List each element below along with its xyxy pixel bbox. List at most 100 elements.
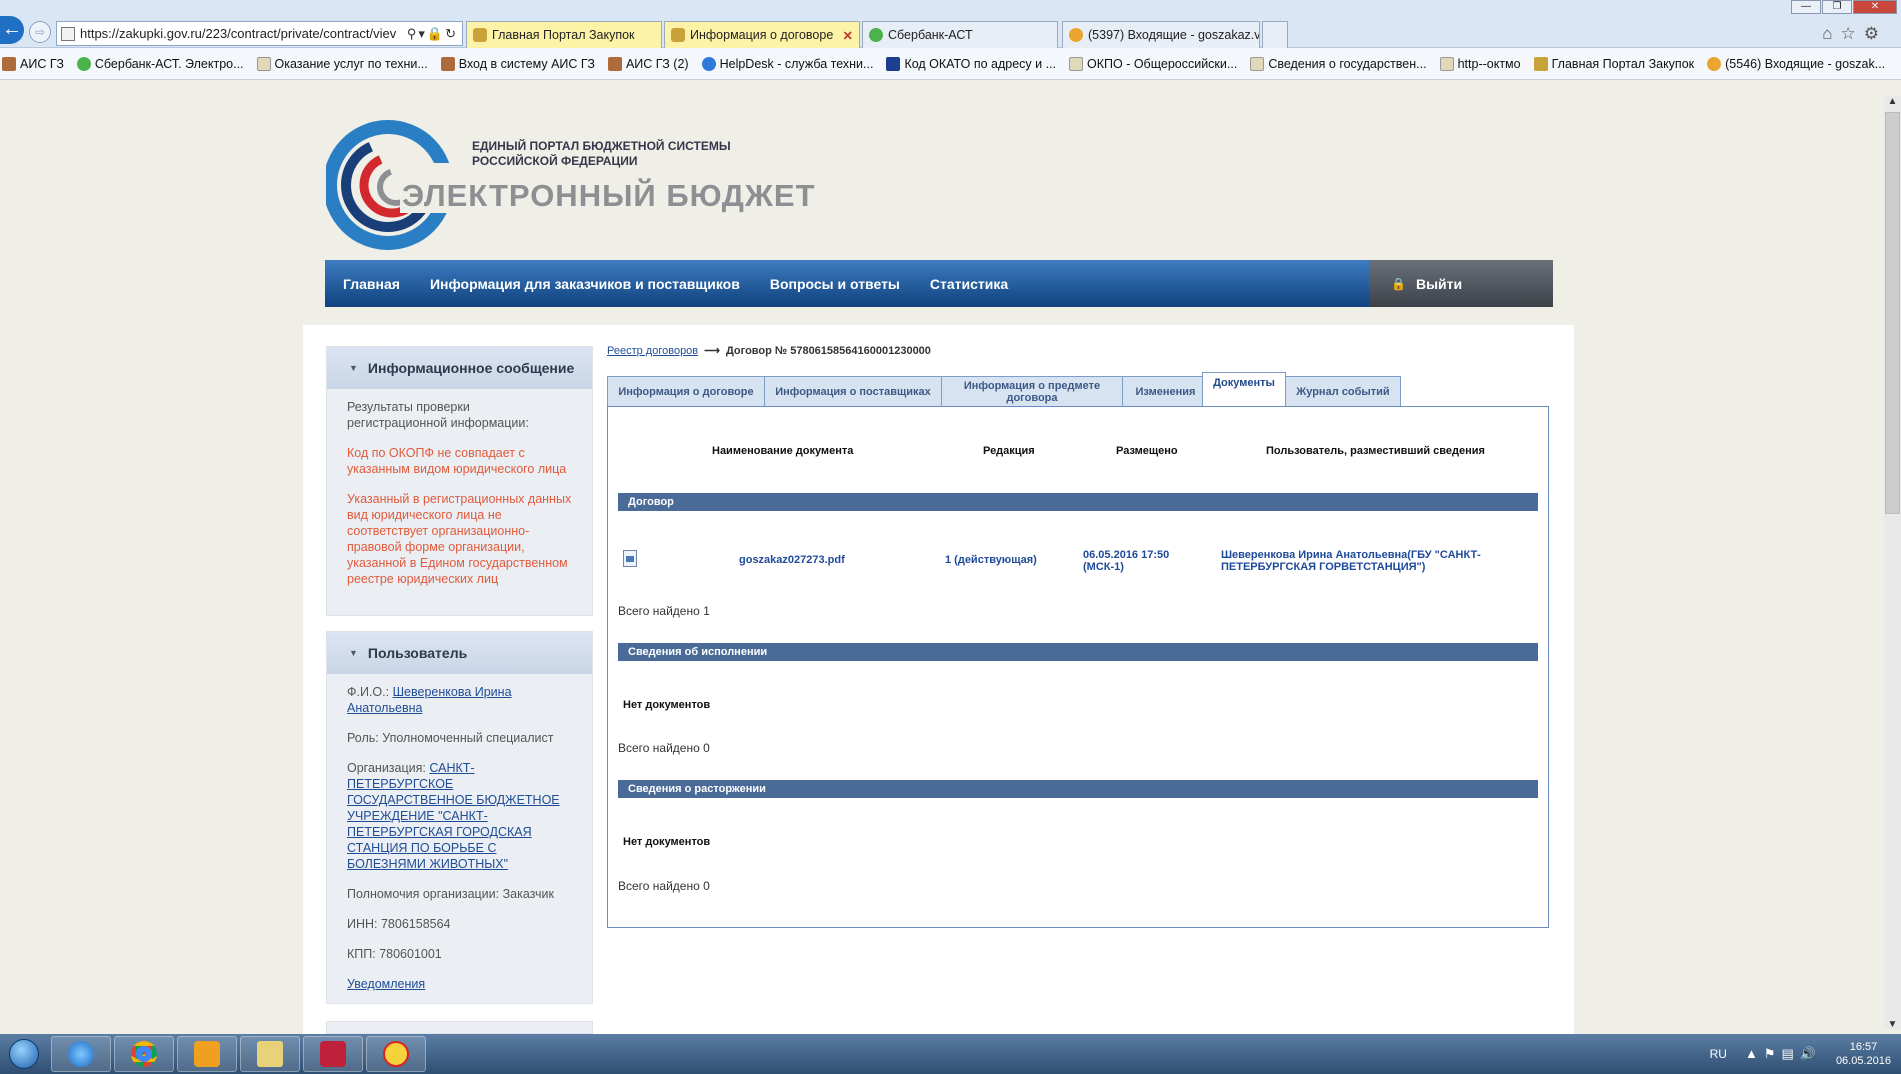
user-kpp: КПП: 780601001 bbox=[347, 947, 442, 961]
documents-panel: Наименование документа Редакция Размещен… bbox=[607, 406, 1549, 928]
nav-home[interactable]: Главная bbox=[343, 276, 400, 292]
breadcrumb-registry-link[interactable]: Реестр договоров bbox=[607, 345, 698, 357]
no-documents: Нет документов bbox=[623, 836, 711, 848]
taskbar-app[interactable] bbox=[240, 1036, 300, 1072]
nav-info-customers-suppliers[interactable]: Информация для заказчиков и поставщиков bbox=[430, 276, 740, 292]
tab-main-portal[interactable]: Главная Портал Закупок bbox=[466, 21, 662, 48]
tab-event-log[interactable]: Журнал событий bbox=[1285, 376, 1401, 407]
forward-button[interactable]: ⇨ bbox=[29, 21, 51, 43]
address-bar[interactable]: https://zakupki.gov.ru/223/contract/priv… bbox=[56, 21, 463, 46]
logout-button[interactable]: 🔒 Выйти bbox=[1369, 260, 1553, 307]
favorite-item[interactable]: Код ОКАТО по адресу и ... bbox=[886, 56, 1056, 71]
address-url[interactable]: https://zakupki.gov.ru/223/contract/priv… bbox=[80, 26, 407, 41]
scroll-down-icon[interactable]: ▼ bbox=[1884, 1019, 1901, 1030]
eagle-icon bbox=[1533, 56, 1548, 71]
language-indicator[interactable]: RU bbox=[1710, 1047, 1727, 1061]
user-org-link[interactable]: САНКТ-ПЕТЕРБУРГСКОЕ ГОСУДАРСТВЕННОЕ БЮДЖ… bbox=[347, 761, 560, 871]
column-header: Редакция bbox=[983, 445, 1035, 457]
tab-label: Информация о договоре bbox=[690, 28, 834, 42]
column-header: Размещено bbox=[1116, 445, 1178, 457]
document-posted: 06.05.2016 17:50 (МСК-1) bbox=[1083, 549, 1170, 573]
favorite-item[interactable]: АИС ГЗ bbox=[2, 56, 64, 71]
info-error: Код по ОКОПФ не совпадает с указанным ви… bbox=[347, 446, 567, 476]
chrome-icon bbox=[131, 1041, 157, 1067]
favorite-item[interactable]: Вход в систему АИС ГЗ bbox=[440, 56, 595, 71]
favorite-item[interactable]: http--октмо bbox=[1439, 56, 1521, 71]
nav-statistics[interactable]: Статистика bbox=[930, 276, 1008, 292]
favorite-item[interactable]: ОКПО - Общероссийски... bbox=[1069, 56, 1237, 71]
tray-icons[interactable]: ▲⚑▤🔊 bbox=[1745, 1046, 1822, 1062]
user-fio: Ф.И.О.: Шеверенкова Ирина Анатольевна bbox=[347, 685, 512, 715]
favorite-item[interactable]: АИС ГЗ (2) bbox=[607, 56, 689, 71]
user-panel-header[interactable]: ▼ Пользователь bbox=[327, 632, 592, 674]
tab-sberbank-ast[interactable]: Сбербанк-АСТ bbox=[862, 21, 1058, 48]
clock[interactable]: 16:57 06.05.2016 bbox=[1836, 1040, 1891, 1068]
scrollbar-thumb[interactable] bbox=[1885, 112, 1900, 514]
minimize-button[interactable]: — bbox=[1791, 0, 1821, 14]
portal-subtitle: ЕДИНЫЙ ПОРТАЛ БЮДЖЕТНОЙ СИСТЕМЫ РОССИЙСК… bbox=[472, 139, 731, 168]
user-panel: ▼ Пользователь Ф.И.О.: Шеверенкова Ирина… bbox=[326, 631, 593, 1004]
pdf-file-icon[interactable] bbox=[623, 550, 637, 567]
close-tab-icon[interactable]: ✕ bbox=[837, 28, 853, 43]
eagle-icon bbox=[473, 28, 487, 42]
home-icon[interactable]: ⌂ bbox=[1822, 24, 1840, 43]
page-icon bbox=[1439, 56, 1454, 71]
tab-label: (5397) Входящие - goszakaz.v... bbox=[1088, 28, 1260, 42]
tab-contract-info[interactable]: Информация о договоре bbox=[607, 376, 765, 407]
favorite-item[interactable]: Сведения о государствен... bbox=[1250, 56, 1427, 71]
notifications-link[interactable]: Уведомления bbox=[347, 977, 425, 991]
tab-label: Сбербанк-АСТ bbox=[888, 28, 973, 42]
page-scrollbar[interactable]: ▲ ▼ bbox=[1884, 96, 1901, 1030]
taskbar-ie[interactable] bbox=[51, 1036, 111, 1072]
flag-icon bbox=[886, 56, 901, 71]
tab-inbox[interactable]: (5397) Входящие - goszakaz.v... bbox=[1062, 21, 1260, 48]
taskbar-chrome[interactable] bbox=[114, 1036, 174, 1072]
globe-icon bbox=[701, 56, 716, 71]
tab-documents[interactable]: Документы bbox=[1202, 372, 1286, 408]
tool-icon bbox=[607, 56, 622, 71]
tab-subject-info[interactable]: Информация о предмете договора bbox=[941, 376, 1123, 407]
tab-suppliers-info[interactable]: Информация о поставщиках bbox=[764, 376, 942, 407]
sberbank-icon bbox=[76, 56, 91, 71]
column-header: Наименование документа bbox=[712, 445, 854, 457]
user-powers: Полномочия организации: Заказчик bbox=[347, 887, 554, 901]
column-header: Пользователь, разместивший сведения bbox=[1266, 445, 1485, 457]
chevron-down-icon: ▼ bbox=[349, 363, 358, 373]
info-message-panel: ▼ Информационное сообщение Результаты пр… bbox=[326, 346, 593, 616]
nav-faq[interactable]: Вопросы и ответы bbox=[770, 276, 900, 292]
found-count: Всего найдено 0 bbox=[618, 879, 710, 893]
tool-icon bbox=[2, 56, 16, 71]
settings-gear-icon[interactable]: ⚙ bbox=[1864, 24, 1887, 43]
next-panel-header bbox=[326, 1021, 593, 1034]
favorite-item[interactable]: Сбербанк-АСТ. Электро... bbox=[76, 56, 244, 71]
tab-contract-info[interactable]: Информация о договоре ✕ bbox=[664, 21, 860, 48]
maximize-button[interactable]: ❐ bbox=[1822, 0, 1852, 14]
taskbar-1c[interactable] bbox=[366, 1036, 426, 1072]
document-user: Шеверенкова Ирина Анатольевна(ГБУ "САНКТ… bbox=[1221, 549, 1481, 573]
taskbar-media[interactable] bbox=[177, 1036, 237, 1072]
new-tab-button[interactable] bbox=[1262, 21, 1288, 48]
info-intro: Результаты проверки регистрационной инфо… bbox=[347, 400, 529, 430]
favorites-star-icon[interactable]: ☆ bbox=[1841, 24, 1864, 43]
favorite-item[interactable]: (5546) Входящие - goszak... bbox=[1707, 56, 1885, 71]
close-window-button[interactable]: ✕ bbox=[1853, 0, 1897, 14]
sberbank-icon bbox=[869, 28, 883, 42]
address-tools-icon[interactable]: ⚲▾🔒↻ bbox=[407, 26, 458, 42]
1c-icon bbox=[383, 1041, 409, 1067]
chevron-down-icon: ▼ bbox=[349, 648, 358, 658]
scroll-up-icon[interactable]: ▲ bbox=[1884, 96, 1901, 107]
favorite-item[interactable]: Оказание услуг по техни... bbox=[256, 56, 428, 71]
taskbar-pdf[interactable] bbox=[303, 1036, 363, 1072]
favorite-item[interactable]: HelpDesk - служба техни... bbox=[701, 56, 873, 71]
back-button[interactable]: ← bbox=[0, 16, 24, 44]
tab-changes[interactable]: Изменения bbox=[1122, 376, 1209, 407]
info-error: Указанный в регистрационных данных вид ю… bbox=[347, 492, 572, 586]
document-file-link[interactable]: goszakaz027273.pdf bbox=[739, 554, 845, 566]
favorite-item[interactable]: Главная Портал Закупок bbox=[1533, 56, 1694, 71]
user-inn: ИНН: 7806158564 bbox=[347, 917, 451, 931]
start-button[interactable] bbox=[0, 1034, 48, 1074]
lock-icon: 🔒 bbox=[1391, 276, 1406, 291]
section-termination: Сведения о расторжении bbox=[618, 780, 1538, 798]
section-contract: Договор bbox=[618, 493, 1538, 511]
info-panel-header[interactable]: ▼ Информационное сообщение bbox=[327, 347, 592, 389]
